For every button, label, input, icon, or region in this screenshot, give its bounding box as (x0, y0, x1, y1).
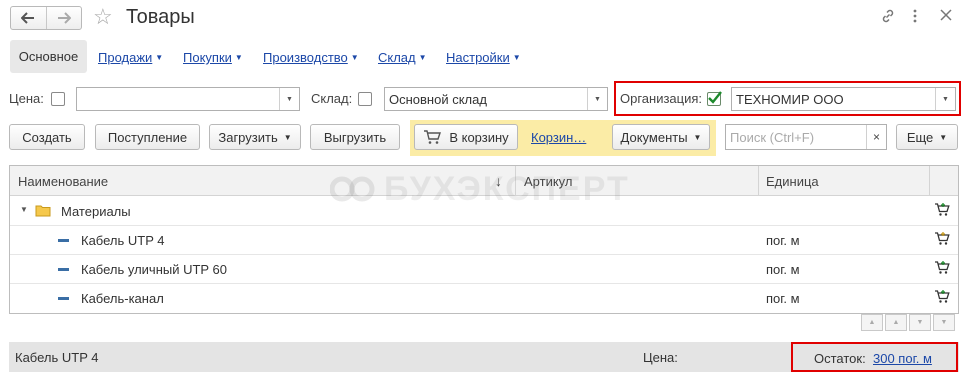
cart-icon[interactable] (934, 203, 950, 217)
star-icon[interactable]: ☆ (93, 4, 113, 30)
scroll-bottom-button[interactable]: ▼ (933, 314, 955, 331)
search-placeholder: Поиск (Ctrl+F) (730, 129, 815, 145)
documents-button[interactable]: Документы ▼ (612, 124, 710, 150)
scroll-down-button[interactable]: ▼ (909, 314, 931, 331)
table-row[interactable]: Кабель уличный UTP 60 пог. м (10, 255, 958, 284)
cart-icon (424, 129, 442, 144)
row-unit: пог. м (766, 233, 800, 248)
warehouse-field[interactable]: Основной склад ▼ (384, 87, 608, 111)
warehouse-label: Склад: (311, 91, 353, 106)
add-to-cart-label: В корзину (449, 129, 509, 145)
chevron-down-icon: ▼ (693, 132, 702, 142)
tab-main[interactable]: Основное (10, 40, 87, 73)
table-row[interactable]: Кабель UTP 4 пог. м (10, 226, 958, 255)
tab-purchases[interactable]: Покупки ▼ (183, 50, 243, 65)
chevron-down-icon: ▼ (234, 53, 243, 62)
cart-icon[interactable] (934, 261, 950, 275)
row-unit: пог. м (766, 262, 800, 277)
organization-value: ТЕХНОМИР ООО (736, 91, 844, 107)
tab-label: Склад (378, 50, 416, 65)
scroll-top-button[interactable]: ▲ (861, 314, 883, 331)
dropdown-button[interactable]: ▼ (587, 88, 607, 110)
page-title: Товары (126, 6, 195, 28)
checkmark-icon (708, 91, 722, 104)
chevron-down-icon: ▼ (350, 53, 359, 62)
row-name: Материалы (61, 204, 131, 219)
tab-production[interactable]: Производство ▼ (263, 50, 359, 65)
item-icon (58, 297, 69, 300)
more-label: Еще (906, 129, 934, 145)
watermark-text: БУХЭКСПЕРТ (384, 170, 630, 208)
warehouse-checkbox[interactable] (358, 92, 372, 106)
organization-checkbox[interactable] (707, 91, 722, 106)
add-to-cart-button[interactable]: В корзину (414, 124, 518, 150)
load-button[interactable]: Загрузить ▼ (209, 124, 301, 150)
column-divider (758, 166, 759, 196)
item-icon (58, 268, 69, 271)
more-vertical-icon[interactable] (912, 8, 918, 29)
search-input[interactable]: Поиск (Ctrl+F) × (725, 124, 887, 150)
arrow-right-icon (57, 12, 71, 24)
tab-label: Производство (263, 50, 348, 65)
stock-highlight: Остаток: 300 пог. м (791, 342, 958, 372)
create-button[interactable]: Создать (9, 124, 85, 150)
chevron-down-icon: ▼ (939, 132, 948, 142)
table-row[interactable]: Кабель-канал пог. м (10, 284, 958, 313)
item-icon (58, 239, 69, 242)
chevron-down-icon: ▼ (155, 53, 164, 62)
column-unit[interactable]: Единица (766, 174, 819, 189)
tab-label: Продажи (98, 50, 153, 65)
back-button[interactable] (11, 7, 47, 29)
tab-warehouse[interactable]: Склад ▼ (378, 50, 427, 65)
row-name: Кабель уличный UTP 60 (81, 262, 227, 277)
price-status-label: Цена: (643, 350, 678, 365)
selected-item-name: Кабель UTP 4 (15, 350, 99, 365)
link-icon[interactable] (880, 8, 896, 29)
row-name: Кабель UTP 4 (81, 233, 165, 248)
receipt-button[interactable]: Поступление (95, 124, 200, 150)
documents-label: Документы (620, 129, 688, 145)
folder-icon (35, 205, 51, 217)
price-checkbox[interactable] (51, 92, 65, 106)
arrow-left-icon (21, 12, 35, 24)
watermark: БУХЭКСПЕРТ (329, 170, 630, 209)
more-button[interactable]: Еще ▼ (896, 124, 958, 150)
stock-label: Остаток: (814, 351, 866, 366)
tab-label: Покупки (183, 50, 232, 65)
navigation-buttons (10, 6, 82, 30)
chevron-down-icon: ▼ (283, 132, 292, 142)
expand-triangle-icon[interactable]: ▼ (20, 205, 28, 214)
cart-icon[interactable] (934, 290, 950, 304)
row-name: Кабель-канал (81, 291, 164, 306)
cart-link[interactable]: Корзин… (531, 130, 586, 145)
row-unit: пог. м (766, 291, 800, 306)
load-label: Загрузить (218, 129, 278, 145)
column-divider (929, 166, 930, 196)
price-field[interactable]: ▼ (76, 87, 300, 111)
stock-value-link[interactable]: 300 пог. м (873, 351, 932, 366)
dropdown-button[interactable]: ▼ (935, 88, 955, 110)
tab-sales[interactable]: Продажи ▼ (98, 50, 163, 65)
close-icon[interactable] (940, 8, 952, 26)
column-name[interactable]: Наименование (18, 174, 108, 189)
scroll-up-button[interactable]: ▲ (885, 314, 907, 331)
watermark-logo-icon (329, 176, 375, 202)
tab-settings[interactable]: Настройки ▼ (446, 50, 521, 65)
organization-label: Организация: (620, 91, 703, 106)
chevron-down-icon: ▼ (418, 53, 427, 62)
clear-search-icon[interactable]: × (866, 125, 886, 149)
forward-button[interactable] (47, 7, 82, 29)
unload-button[interactable]: Выгрузить (310, 124, 400, 150)
warehouse-value: Основной склад (389, 91, 487, 107)
price-label: Цена: (9, 91, 44, 106)
cart-icon[interactable] (934, 232, 950, 246)
chevron-down-icon: ▼ (512, 53, 521, 62)
dropdown-button[interactable]: ▼ (279, 88, 299, 110)
tab-label: Настройки (446, 50, 510, 65)
organization-field[interactable]: ТЕХНОМИР ООО ▼ (731, 87, 956, 111)
